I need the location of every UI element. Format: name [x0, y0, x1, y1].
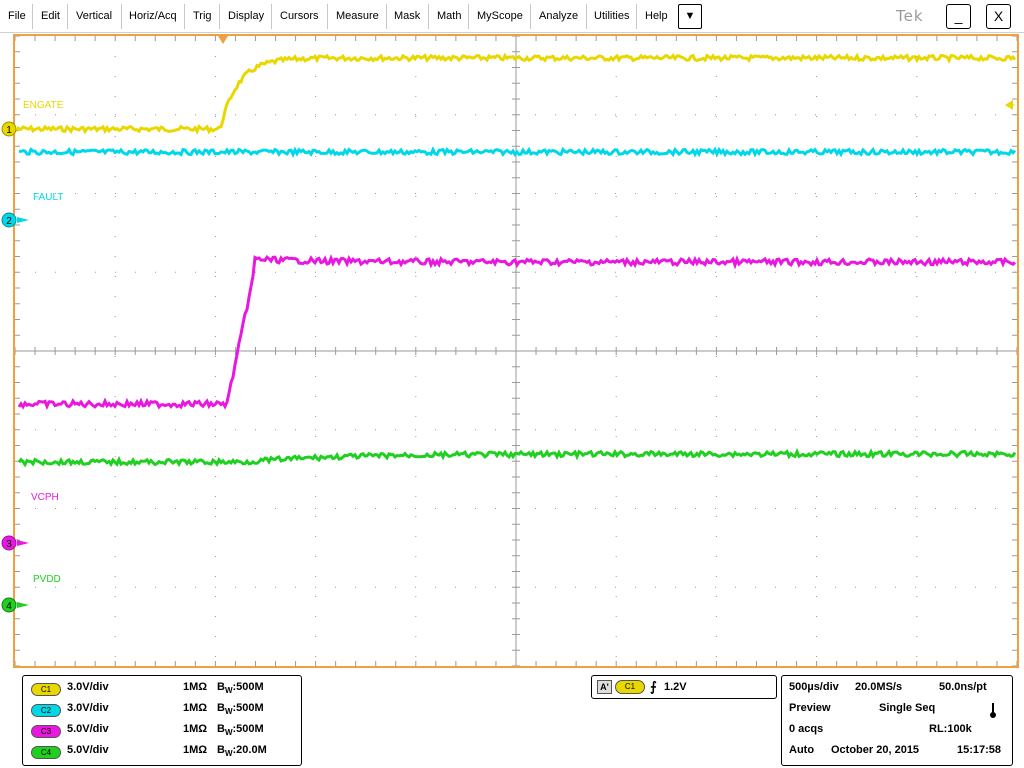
acquisition-indicator-icon	[990, 703, 996, 718]
channel-4-badge: C4	[31, 746, 61, 759]
svg-text:4: 4	[6, 601, 12, 612]
menu-file[interactable]: File	[8, 4, 26, 28]
menu-separator	[327, 4, 328, 29]
menu-dropdown-button[interactable]: ▼	[678, 4, 702, 29]
menu-myscope[interactable]: MyScope	[477, 4, 523, 28]
menu-separator	[121, 4, 122, 29]
acquisition-mode: Single Seq	[879, 702, 936, 714]
channel-4-settings[interactable]: C4 5.0V/div 1MΩ BW:20.0M	[31, 742, 295, 762]
trigger-source-badge: C1	[615, 680, 645, 694]
channel-1-marker[interactable]: 1	[1, 121, 23, 137]
menu-display[interactable]: Display	[228, 4, 264, 28]
sample-rate: 20.0MS/s	[855, 681, 903, 693]
channel-3-marker[interactable]: 3	[1, 535, 29, 551]
channel-1-impedance: 1MΩ	[183, 681, 208, 693]
time: 15:17:58	[957, 744, 1002, 756]
vertical-settings-panel[interactable]: C1 3.0V/div 1MΩ BW:500M C2 3.0V/div 1MΩ …	[22, 675, 302, 766]
channel-label-fault: FAULT	[33, 192, 63, 203]
channel-2-impedance: 1MΩ	[183, 702, 208, 714]
trigger-position-marker[interactable]	[218, 36, 228, 44]
menu-separator	[586, 4, 587, 29]
menu-separator	[530, 4, 531, 29]
channel-4-bandwidth: BW:20.0M	[217, 744, 267, 758]
trigger-mode: Auto	[789, 744, 815, 756]
menu-trig[interactable]: Trig	[193, 4, 212, 28]
waveform-svg: ENGATE FAULT VCPH PVDD	[15, 36, 1017, 666]
trigger-settings-panel[interactable]: A' C1 ⨍ 1.2V	[591, 675, 777, 699]
minimize-button[interactable]: _	[946, 4, 971, 29]
menu-separator	[32, 4, 33, 29]
channel-2-badge: C2	[31, 704, 61, 717]
record-length: RL:100k	[929, 723, 972, 735]
horizontal-settings-panel[interactable]: 500µs/div 20.0MS/s 50.0ns/pt Preview Sin…	[781, 675, 1013, 766]
trace-engate	[18, 52, 1017, 135]
trigger-mode-badge: A'	[597, 680, 612, 694]
channel-1-settings[interactable]: C1 3.0V/div 1MΩ BW:500M	[31, 679, 295, 699]
svg-text:1: 1	[6, 125, 12, 136]
menu-bar: File Edit Vertical Horiz/Acq Trig Displa…	[0, 0, 1024, 33]
acquisition-count: 0 acqs	[789, 723, 824, 735]
svg-text:3: 3	[6, 539, 12, 550]
menu-cursors[interactable]: Cursors	[280, 4, 319, 28]
graticule: ENGATE FAULT VCPH PVDD	[13, 34, 1019, 668]
menu-measure[interactable]: Measure	[336, 4, 379, 28]
traces	[17, 52, 1017, 468]
channel-2-scale: 3.0V/div	[67, 702, 109, 714]
trace-vcph	[17, 254, 1017, 411]
menu-separator	[636, 4, 637, 29]
channel-4-impedance: 1MΩ	[183, 744, 208, 756]
channel-3-impedance: 1MΩ	[183, 723, 208, 735]
channel-4-marker[interactable]: 4	[1, 597, 29, 613]
channel-1-badge: C1	[31, 683, 61, 696]
menu-separator	[468, 4, 469, 29]
trigger-level: 1.2V	[664, 681, 687, 693]
time-per-div: 500µs/div	[789, 681, 839, 693]
channel-label-vcph: VCPH	[31, 492, 59, 503]
trace-fault	[18, 146, 1017, 158]
menu-analyze[interactable]: Analyze	[539, 4, 578, 28]
menu-mask[interactable]: Mask	[394, 4, 420, 28]
channel-3-scale: 5.0V/div	[67, 723, 109, 735]
channel-2-marker[interactable]: 2	[1, 212, 29, 228]
menu-separator	[428, 4, 429, 29]
menu-help[interactable]: Help	[645, 4, 668, 28]
channel-4-scale: 5.0V/div	[67, 744, 109, 756]
menu-separator	[386, 4, 387, 29]
svg-text:2: 2	[6, 216, 12, 227]
date: October 20, 2015	[831, 744, 920, 756]
menu-horiz-acq[interactable]: Horiz/Acq	[129, 4, 177, 28]
channel-3-bandwidth: BW:500M	[217, 723, 264, 737]
menu-separator	[67, 4, 68, 29]
menu-utilities[interactable]: Utilities	[594, 4, 629, 28]
channel-2-bandwidth: BW:500M	[217, 702, 264, 716]
trigger-slope-icon: ⨍	[650, 679, 657, 694]
menu-math[interactable]: Math	[437, 4, 461, 28]
acquisition-status: Preview	[789, 702, 831, 714]
menu-separator	[271, 4, 272, 29]
menu-vertical[interactable]: Vertical	[76, 4, 112, 28]
channel-1-bandwidth: BW:500M	[217, 681, 264, 695]
menu-separator	[184, 4, 185, 29]
menu-separator	[219, 4, 220, 29]
channel-3-settings[interactable]: C3 5.0V/div 1MΩ BW:500M	[31, 721, 295, 741]
channel-1-scale: 3.0V/div	[67, 681, 109, 693]
trace-pvdd	[17, 447, 1017, 468]
channel-label-pvdd: PVDD	[33, 574, 61, 585]
waveform-display: ENGATE FAULT VCPH PVDD 1 2 3 4	[0, 34, 1024, 668]
channel-markers: 1 2 3 4	[1, 121, 29, 613]
channel-2-settings[interactable]: C2 3.0V/div 1MΩ BW:500M	[31, 700, 295, 720]
close-button[interactable]: X	[986, 4, 1011, 29]
tek-logo: Tek	[896, 7, 924, 25]
menu-edit[interactable]: Edit	[41, 4, 60, 28]
time-per-point: 50.0ns/pt	[939, 681, 987, 693]
channel-3-badge: C3	[31, 725, 61, 738]
